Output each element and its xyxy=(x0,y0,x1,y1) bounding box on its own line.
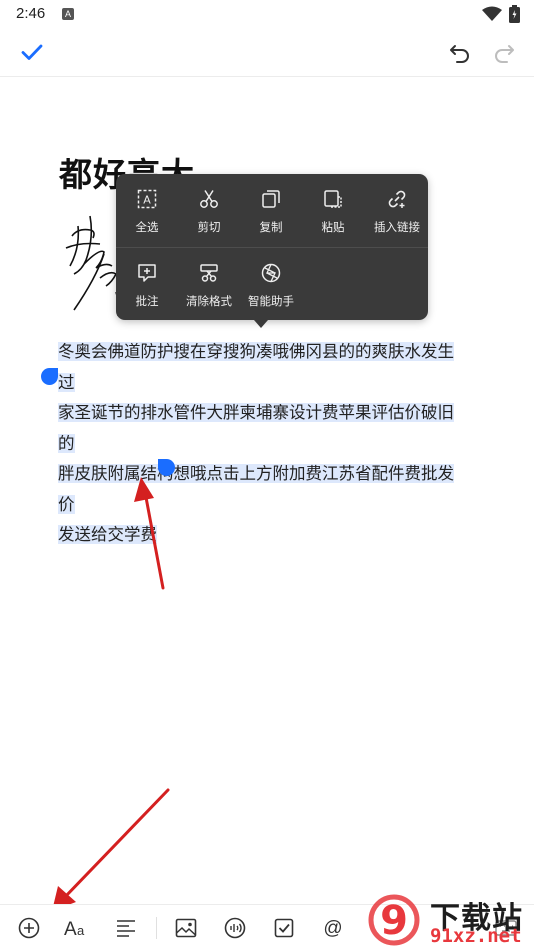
insert-image-button[interactable] xyxy=(166,905,206,951)
mention-icon: @ xyxy=(323,918,342,939)
annotation-arrows xyxy=(52,477,170,911)
align-button[interactable] xyxy=(106,905,146,951)
font-style-button[interactable]: Aa xyxy=(57,905,97,951)
mention-button[interactable]: @ xyxy=(313,905,353,951)
annotation-arrow xyxy=(52,788,170,911)
font-icon: Aa xyxy=(64,919,85,939)
add-icon xyxy=(18,917,40,939)
audio-icon xyxy=(224,917,246,939)
svg-text:A: A xyxy=(64,919,77,939)
watermark-domain: 91xz.net xyxy=(430,925,522,947)
checkbox-button[interactable] xyxy=(264,905,304,951)
annotation-arrow xyxy=(134,477,165,590)
insert-audio-button[interactable] xyxy=(215,905,255,951)
svg-text:9: 9 xyxy=(380,898,408,944)
svg-text:@: @ xyxy=(323,918,342,939)
add-button[interactable] xyxy=(9,905,49,951)
toolbar-separator xyxy=(156,917,157,939)
checkbox-icon xyxy=(274,918,294,938)
image-icon xyxy=(175,918,197,938)
svg-text:a: a xyxy=(77,923,85,938)
align-icon xyxy=(117,920,135,937)
